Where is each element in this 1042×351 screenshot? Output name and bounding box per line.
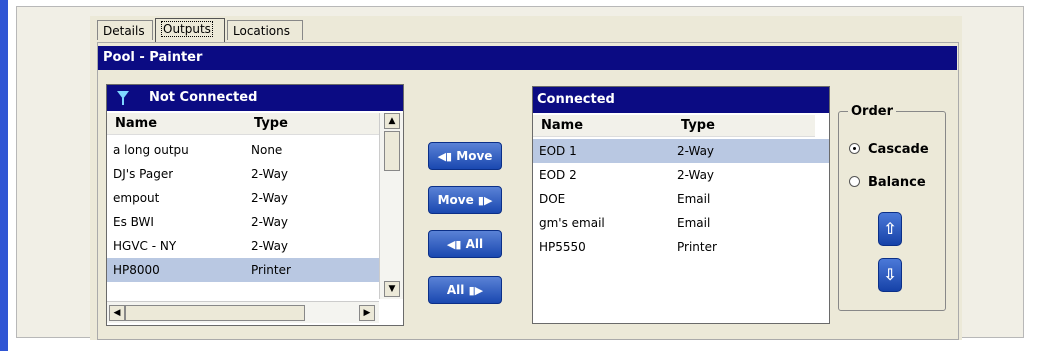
- radio-cascade[interactable]: Cascade: [849, 141, 929, 159]
- row-name: gm's email: [539, 216, 605, 230]
- connected-title: Connected: [537, 92, 615, 107]
- not-connected-list[interactable]: Not Connected Name Type a long outpu None…: [106, 84, 404, 326]
- not-connected-title: Not Connected: [149, 90, 258, 105]
- row-type: 2-Way: [251, 215, 289, 229]
- row-name: EOD 1: [539, 144, 577, 158]
- move-up-button[interactable]: ⇧: [878, 212, 902, 246]
- radio-checked-icon: [849, 143, 860, 154]
- scroll-thumb[interactable]: [384, 131, 400, 171]
- move-all-right-button[interactable]: All ▮▶: [428, 276, 502, 304]
- all-left-label: All: [465, 237, 484, 251]
- window-left-edge: [0, 0, 8, 351]
- move-left-label: Move: [456, 149, 493, 163]
- column-header-type[interactable]: Type: [254, 113, 288, 135]
- arrow-left-icon: ◀▮: [446, 238, 462, 251]
- list-item[interactable]: Es BWI 2-Way: [107, 210, 379, 234]
- connected-list[interactable]: Connected Name Type EOD 1 2-Way EOD 2 2-Wa…: [532, 86, 830, 324]
- connected-title-bar: Connected: [533, 87, 829, 113]
- list-item-partial[interactable]: [107, 282, 379, 294]
- tab-outputs[interactable]: Outputs: [155, 18, 225, 42]
- row-type: None: [251, 143, 283, 157]
- all-right-label: All: [446, 283, 465, 297]
- move-down-button[interactable]: ⇩: [878, 258, 902, 292]
- tab-details[interactable]: Details: [97, 20, 153, 40]
- list-item[interactable]: gm's email Email: [533, 211, 829, 235]
- list-item-selected[interactable]: HP8000 Printer: [107, 258, 379, 282]
- list-item[interactable]: empout 2-Way: [107, 186, 379, 210]
- scroll-up-icon[interactable]: ▲: [384, 113, 400, 129]
- radio-balance[interactable]: Balance: [849, 174, 926, 192]
- row-name: HGVC - NY: [113, 239, 177, 253]
- column-header-name[interactable]: Name: [541, 115, 583, 137]
- list-item[interactable]: a long outpu None: [107, 138, 379, 162]
- list-item[interactable]: DOE Email: [533, 187, 829, 211]
- arrow-up-icon: ⇧: [883, 219, 897, 238]
- radio-balance-label: Balance: [868, 175, 926, 190]
- list-item[interactable]: HGVC - NY 2-Way: [107, 234, 379, 258]
- move-left-button[interactable]: ◀▮ Move: [428, 142, 502, 170]
- row-type: Email: [677, 216, 711, 230]
- radio-unchecked-icon: [849, 176, 860, 187]
- not-connected-title-bar: Not Connected: [107, 85, 403, 111]
- move-right-button[interactable]: Move ▮▶: [428, 186, 502, 214]
- arrow-right-icon: ▮▶: [468, 284, 484, 297]
- move-all-left-button[interactable]: ◀▮ All: [428, 230, 502, 258]
- row-type: 2-Way: [251, 239, 289, 253]
- arrow-right-icon: ▮▶: [477, 194, 493, 207]
- list-item[interactable]: DJ's Pager 2-Way: [107, 162, 379, 186]
- row-name: empout: [113, 191, 160, 205]
- row-type: 2-Way: [251, 191, 289, 205]
- row-name: DOE: [539, 192, 566, 206]
- row-type: 2-Way: [677, 168, 715, 182]
- scroll-down-icon[interactable]: ▼: [384, 281, 400, 297]
- row-type: 2-Way: [677, 144, 715, 158]
- list-item-selected[interactable]: EOD 1 2-Way: [533, 139, 829, 163]
- row-name: Es BWI: [113, 215, 154, 229]
- row-name: a long outpu: [113, 143, 189, 157]
- arrow-left-icon: ◀▮: [437, 150, 453, 163]
- not-connected-hscrollbar[interactable]: ◀ ▶: [107, 301, 379, 323]
- row-type: Printer: [251, 263, 291, 277]
- connected-header: Name Type: [533, 115, 815, 137]
- row-name: HP5550: [539, 240, 586, 254]
- row-name: EOD 2: [539, 168, 577, 182]
- tab-locations[interactable]: Locations: [227, 20, 303, 40]
- row-type: Email: [677, 192, 711, 206]
- funnel-icon[interactable]: [117, 91, 129, 105]
- scroll-right-icon[interactable]: ▶: [359, 305, 375, 321]
- list-item[interactable]: HP5550 Printer: [533, 235, 829, 259]
- column-header-type[interactable]: Type: [681, 115, 715, 137]
- radio-cascade-label: Cascade: [868, 142, 929, 157]
- scroll-thumb-horizontal[interactable]: [125, 305, 305, 321]
- row-name: DJ's Pager: [113, 167, 174, 181]
- arrow-down-icon: ⇩: [883, 265, 897, 284]
- row-type: Printer: [677, 240, 717, 254]
- not-connected-header: Name Type: [107, 113, 379, 135]
- row-name: HP8000: [113, 263, 160, 277]
- not-connected-vscrollbar[interactable]: ▲ ▼: [379, 113, 403, 299]
- list-item[interactable]: EOD 2 2-Way: [533, 163, 829, 187]
- row-type: 2-Way: [251, 167, 289, 181]
- move-right-label: Move: [437, 193, 474, 207]
- scroll-left-icon[interactable]: ◀: [109, 305, 125, 321]
- order-legend: Order: [848, 104, 896, 119]
- pool-title: Pool - Painter: [98, 46, 957, 70]
- column-header-name[interactable]: Name: [115, 113, 157, 135]
